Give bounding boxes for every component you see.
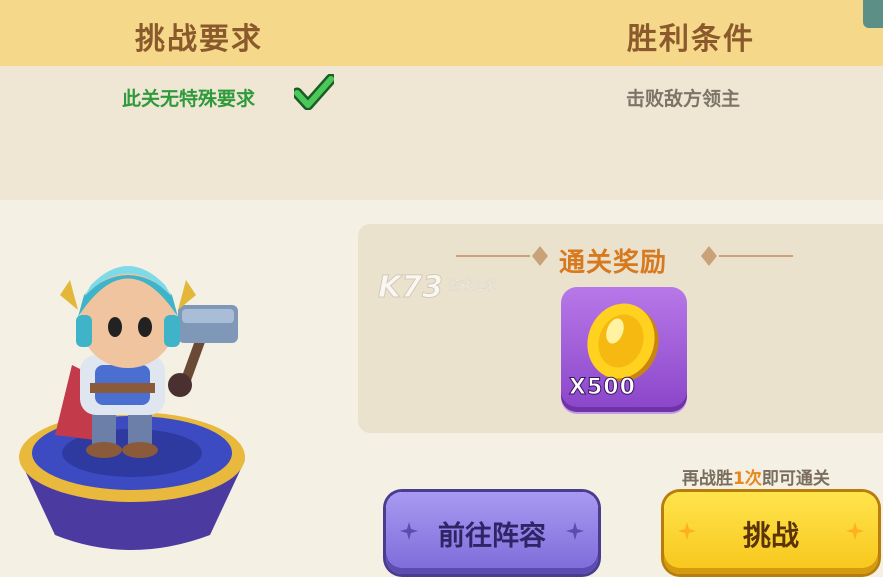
hero-character-illustration — [19, 266, 245, 550]
requirement-text: 此关无特殊要求 — [122, 88, 256, 110]
victory-condition-text: 击败敌方领主 — [626, 88, 741, 110]
reward-item-tile[interactable]: X500 — [561, 287, 687, 412]
challenge-button[interactable]: 挑战 — [664, 492, 878, 574]
hint-count: 1次 — [733, 469, 762, 489]
watermark-site: 游戏之家 — [448, 278, 497, 292]
sparkle-icon — [846, 522, 864, 540]
challenge-requirements-title: 挑战要求 — [135, 22, 263, 57]
hint-prefix: 再战胜 — [682, 469, 733, 489]
clear-hint: 再战胜1次即可通关 — [682, 464, 830, 489]
victory-conditions-title: 胜利条件 — [627, 22, 755, 57]
reward-title: 通关奖励 — [559, 248, 668, 278]
left-ornament-icon — [456, 246, 548, 266]
checkmark-icon — [294, 74, 334, 110]
watermark: K73 游戏之家 — [378, 270, 518, 310]
watermark-brand: K73 — [378, 270, 444, 306]
go-to-lineup-button[interactable]: 前往阵容 — [386, 492, 598, 574]
reward-quantity: X500 — [569, 375, 636, 401]
corner-tab — [863, 0, 883, 28]
gold-coin-icon — [587, 303, 659, 382]
hint-suffix: 即可通关 — [761, 469, 830, 489]
right-ornament-icon — [701, 246, 793, 266]
sparkle-icon — [566, 522, 584, 540]
